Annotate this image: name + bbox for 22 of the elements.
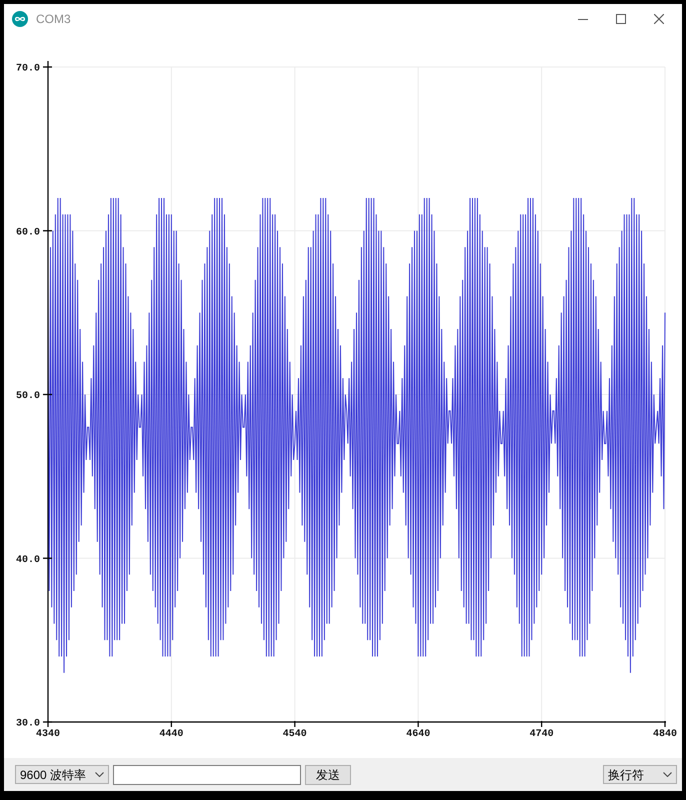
y-tick-label: 40.0 <box>16 554 40 566</box>
x-tick-label: 4540 <box>282 729 307 740</box>
chevron-down-icon <box>663 772 672 777</box>
x-tick-label: 4840 <box>653 729 677 740</box>
window-title: COM3 <box>36 11 71 28</box>
minimize-icon <box>578 18 588 20</box>
chevron-down-icon <box>95 772 104 777</box>
app-logo-icon <box>12 11 28 27</box>
close-icon <box>654 14 664 24</box>
x-tick-label: 4740 <box>530 729 554 740</box>
x-tick-label: 4440 <box>159 729 184 740</box>
send-button[interactable]: 发送 <box>305 764 351 784</box>
y-tick-label: 60.0 <box>16 227 40 238</box>
x-tick-label: 4340 <box>36 729 60 740</box>
y-tick-label: 70.0 <box>16 64 40 74</box>
line-ending-dropdown[interactable]: 换行符 <box>603 765 677 784</box>
y-tick-label: 50.0 <box>16 391 40 402</box>
maximize-icon <box>616 14 626 24</box>
baud-rate-dropdown[interactable]: 9600 波特率 <box>15 765 109 784</box>
message-input[interactable] <box>113 764 301 784</box>
x-tick-label: 4640 <box>406 729 430 740</box>
y-tick-label: 30.0 <box>16 718 40 730</box>
